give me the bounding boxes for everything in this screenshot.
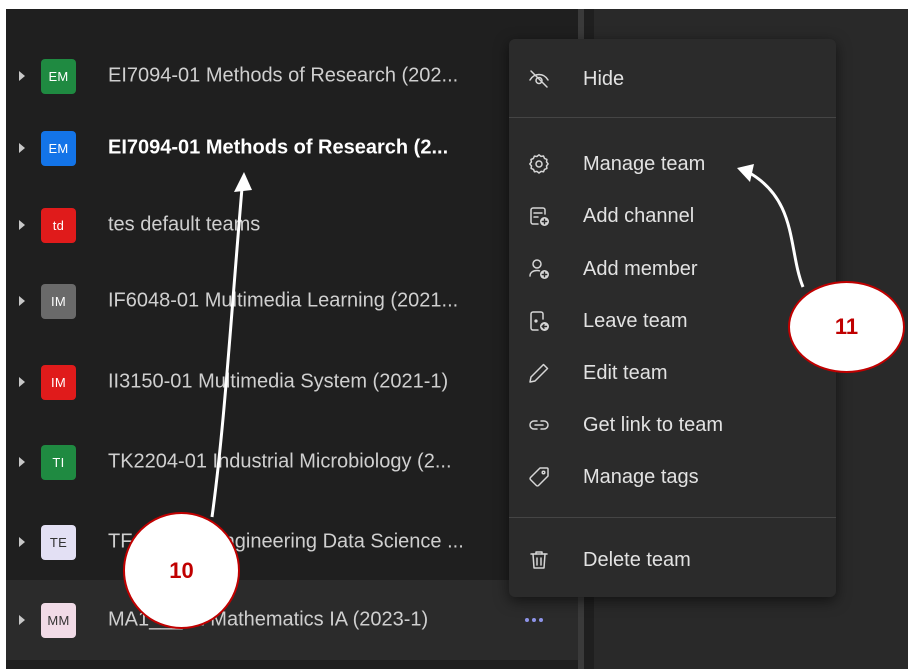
- menu-divider: [509, 517, 836, 518]
- menu-item-add-member[interactable]: Add member: [509, 243, 836, 295]
- link-icon: [527, 413, 551, 437]
- team-name: EI7094-01 Methods of Research (2...: [108, 136, 449, 159]
- menu-item-manage-tags[interactable]: Manage tags: [509, 451, 836, 503]
- trash-icon: [527, 548, 551, 572]
- menu-item-label: Manage tags: [583, 465, 699, 488]
- menu-item-label: Hide: [583, 67, 625, 90]
- team-name: TK2204-01 Industrial Microbiology (2...: [108, 450, 452, 473]
- chevron-right-icon[interactable]: [19, 377, 25, 387]
- team-row-selected[interactable]: EM EI7094-01 Methods of Research (2...: [6, 108, 578, 188]
- ellipsis-icon: [532, 618, 536, 622]
- team-name: IF6048-01 Multimedia Learning (2021...: [108, 289, 459, 312]
- chevron-right-icon[interactable]: [19, 71, 25, 81]
- menu-divider: [509, 117, 836, 118]
- team-avatar: EM: [41, 131, 76, 166]
- team-name: MA1___01 Mathematics IA (2023-1): [108, 608, 429, 631]
- menu-item-get-link[interactable]: Get link to team: [509, 399, 836, 451]
- team-row[interactable]: IM II3150-01 Multimedia System (2021-1): [6, 342, 578, 422]
- teams-window: EM EI7094-01 Methods of Research (202...…: [6, 9, 908, 669]
- ellipsis-icon: [539, 618, 543, 622]
- team-name: II3150-01 Multimedia System (2021-1): [108, 370, 449, 393]
- team-row[interactable]: TI TK2204-01 Industrial Microbiology (2.…: [6, 422, 578, 502]
- pencil-icon: [527, 361, 551, 385]
- add-member-icon: [527, 257, 551, 281]
- team-row-hovered[interactable]: MM MA1___01 Mathematics IA (2023-1): [6, 580, 578, 660]
- menu-item-label: Delete team: [583, 548, 691, 571]
- menu-item-label: Add channel: [583, 204, 695, 227]
- team-avatar: TI: [41, 445, 76, 480]
- tag-icon: [527, 465, 551, 489]
- menu-item-delete-team[interactable]: Delete team: [509, 534, 836, 586]
- chevron-right-icon[interactable]: [19, 143, 25, 153]
- ellipsis-icon: [525, 618, 529, 622]
- team-avatar: MM: [41, 603, 76, 638]
- leave-team-icon: [527, 309, 551, 333]
- team-avatar: EM: [41, 59, 76, 94]
- menu-item-add-channel[interactable]: Add channel: [509, 190, 836, 242]
- team-avatar: td: [41, 208, 76, 243]
- menu-item-label: Get link to team: [583, 413, 724, 436]
- gear-icon: [527, 152, 551, 176]
- team-avatar: TE: [41, 525, 76, 560]
- team-avatar: IM: [41, 365, 76, 400]
- team-list: EM EI7094-01 Methods of Research (202...…: [6, 9, 594, 669]
- menu-item-manage-team[interactable]: Manage team: [509, 138, 836, 190]
- menu-item-label: Add member: [583, 257, 698, 280]
- team-name: TF___ ___ Engineering Data Science ...: [108, 530, 464, 553]
- team-row[interactable]: IM IF6048-01 Multimedia Learning (2021..…: [6, 261, 578, 341]
- chevron-right-icon[interactable]: [19, 457, 25, 467]
- chevron-right-icon[interactable]: [19, 537, 25, 547]
- team-name: tes default teams: [108, 213, 261, 236]
- team-name: EI7094-01 Methods of Research (202...: [108, 64, 459, 87]
- team-row[interactable]: EM EI7094-01 Methods of Research (202...: [6, 36, 578, 116]
- team-context-menu: Hide Manage team Add channel Add member …: [509, 39, 836, 597]
- menu-item-leave-team[interactable]: Leave team: [509, 295, 836, 347]
- eye-off-icon: [527, 67, 551, 91]
- menu-item-label: Manage team: [583, 152, 706, 175]
- team-row[interactable]: TE TF___ ___ Engineering Data Science ..…: [6, 502, 578, 582]
- team-avatar: IM: [41, 284, 76, 319]
- team-row[interactable]: td tes default teams: [6, 185, 578, 265]
- menu-item-label: Edit team: [583, 361, 668, 384]
- chevron-right-icon[interactable]: [19, 615, 25, 625]
- more-options-button[interactable]: [521, 610, 547, 630]
- add-channel-icon: [527, 204, 551, 228]
- chevron-right-icon[interactable]: [19, 296, 25, 306]
- menu-item-label: Leave team: [583, 309, 688, 332]
- menu-item-hide[interactable]: Hide: [509, 53, 836, 105]
- menu-item-edit-team[interactable]: Edit team: [509, 347, 836, 399]
- chevron-right-icon[interactable]: [19, 220, 25, 230]
